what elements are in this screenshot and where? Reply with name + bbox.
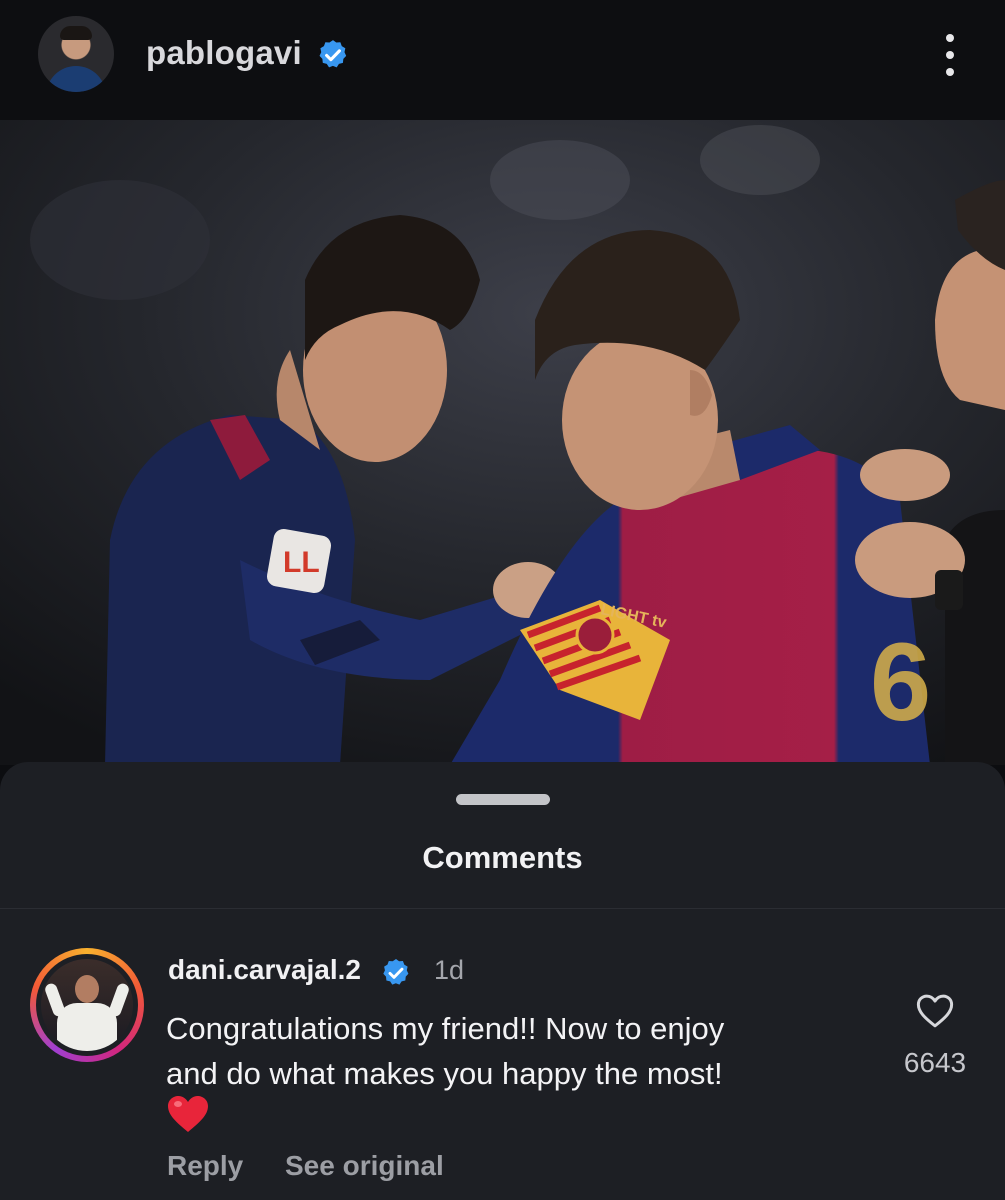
post-photo[interactable]: LL LIGHT tv 6 [0,120,1005,765]
post-header: pablogavi [0,0,1005,120]
see-original-button[interactable]: See original [285,1150,444,1182]
sheet-drag-handle[interactable] [456,794,550,805]
comment-text-line: Congratulations my friend!! Now to enjoy [166,1011,725,1046]
comment-text: Congratulations my friend!! Now to enjoy… [166,1006,866,1096]
comment-text-line: and do what makes you happy the most! [166,1056,723,1091]
heart-outline-icon[interactable] [914,990,956,1032]
avatar-shirt [46,66,106,92]
svg-text:LL: LL [283,546,320,579]
dot [946,34,954,42]
comment-timestamp: 1d [434,955,465,985]
red-heart-emoji-icon [168,1096,208,1132]
avatar-face [75,975,99,1003]
like-count: 6643 [903,1047,967,1078]
photo-illustration: LL LIGHT tv 6 [0,120,1005,765]
commenter-avatar[interactable] [30,948,144,1062]
commenter-username[interactable]: dani.carvajal.2 [168,954,361,986]
verified-badge-icon [383,959,409,985]
comments-title: Comments [422,840,583,875]
reply-button[interactable]: Reply [167,1150,243,1182]
more-options-button[interactable] [930,30,970,80]
post-username[interactable]: pablogavi [146,34,302,72]
avatar-hair [60,26,92,40]
dot [946,51,954,59]
avatar-jersey [57,1003,117,1051]
avatar-photo [41,959,133,1051]
svg-text:6: 6 [870,621,931,744]
dot [946,68,954,76]
profile-avatar[interactable] [38,16,114,92]
verified-badge-icon [319,40,347,68]
comments-sheet: Comments dani.carvajal.2 1d Congratulati… [0,762,1005,1200]
divider [0,908,1005,909]
